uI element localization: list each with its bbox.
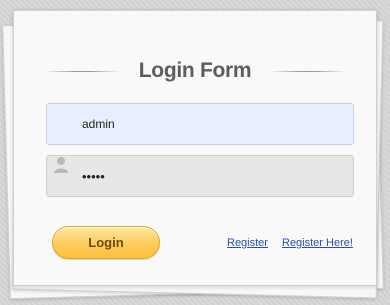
page-title: Login Form — [138, 59, 252, 82]
register-link[interactable]: Register — [227, 237, 268, 249]
username-field[interactable] — [46, 103, 354, 145]
title-divider-right — [269, 70, 347, 72]
title-divider-left — [44, 70, 121, 72]
password-input[interactable] — [82, 168, 332, 184]
password-field[interactable] — [46, 155, 354, 197]
username-input[interactable] — [82, 117, 332, 131]
register-here-link[interactable]: Register Here! — [282, 237, 353, 249]
login-button[interactable]: Login — [52, 226, 160, 259]
user-icon — [53, 156, 69, 174]
login-card: Login Form Login Register Register Here! — [13, 10, 377, 286]
title-row: Login Form — [44, 56, 347, 86]
